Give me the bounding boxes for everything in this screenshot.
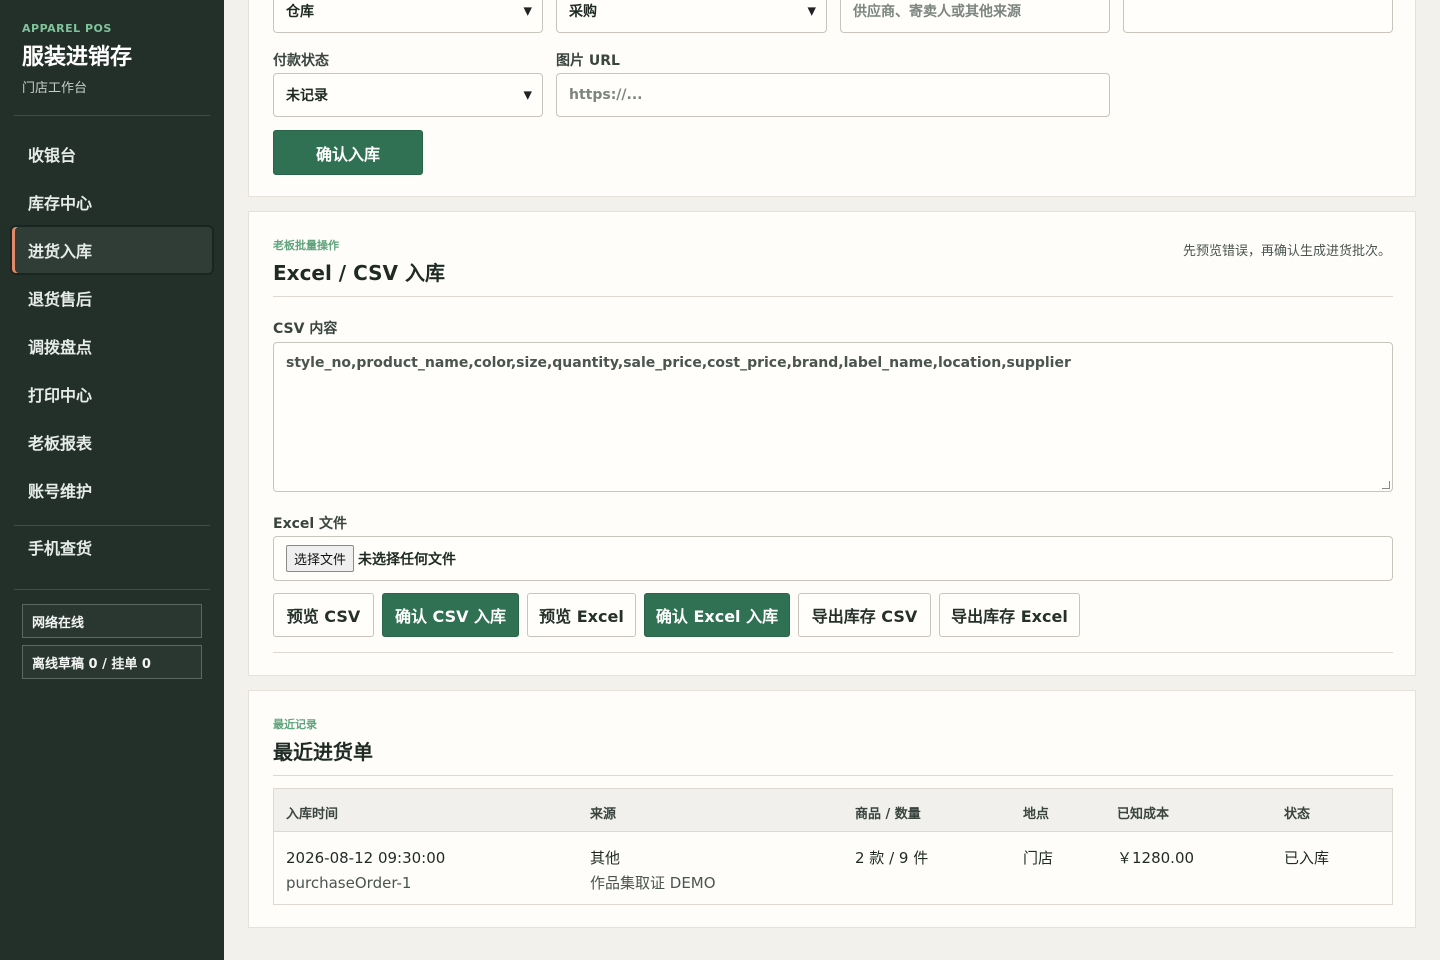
supplier-input[interactable]: 供应商、寄卖人或其他来源 [840,0,1110,33]
nav-item-transfer[interactable]: 调拨盘点 [12,323,212,369]
offline-drafts-badge: 离线草稿 0 / 挂单 0 [22,645,202,679]
chevron-down-icon: ▼ [807,4,816,18]
image-url-input[interactable]: https://... [556,73,1110,117]
stock-in-form-panel: 仓库 ▼ 采购 ▼ 供应商、寄卖人或其他来源 付款状态 图片 URL 未记录 ▼… [248,0,1416,197]
sidebar-divider [14,589,210,590]
csv-content-text: style_no,product_name,color,size,quantit… [286,355,1071,371]
excel-file-label: Excel 文件 [273,516,348,532]
table-row[interactable]: 2026-08-12 09:30:00 purchaseOrder-1 其他 作… [274,832,1392,904]
nav-item-print[interactable]: 打印中心 [12,371,212,417]
location-select[interactable]: 仓库 ▼ [273,0,543,33]
cell-cost: ￥1280.00 [1117,849,1195,867]
recent-purchases-table: 入库时间 来源 商品 / 数量 地点 已知成本 状态 2026-08-12 09… [273,788,1393,905]
payment-status-label: 付款状态 [273,53,329,69]
nav-item-returns[interactable]: 退货售后 [12,275,212,321]
section-note: 先预览错误，再确认生成进货批次。 [1182,244,1391,259]
payment-status-select[interactable]: 未记录 ▼ [273,73,543,117]
brand-tag: APPAREL POS [22,22,112,35]
preview-csv-button[interactable]: 预览 CSV [273,593,374,637]
csv-content-label: CSV 内容 [273,321,338,337]
source-value: 其他 [590,849,621,867]
csv-content-textarea[interactable]: style_no,product_name,color,size,quantit… [273,342,1393,492]
nav-item-cashier[interactable]: 收银台 [12,131,212,177]
recent-purchases-panel: 最近记录 最近进货单 入库时间 来源 商品 / 数量 地点 已知成本 状态 20… [248,690,1416,928]
cell-time: 2026-08-12 09:30:00 purchaseOrder-1 [286,846,445,896]
file-status-text: 未选择任何文件 [358,551,457,568]
stock-in-time: 2026-08-12 09:30:00 [286,849,446,867]
column-header: 状态 [1284,807,1311,822]
confirm-csv-import-button[interactable]: 确认 CSV 入库 [382,593,519,637]
choose-file-button[interactable]: 选择文件 [286,545,355,572]
sidebar: APPAREL POS 服装进销存 门店工作台 收银台 库存中心 进货入库 退货… [0,0,224,960]
section-tag: 最近记录 [273,718,317,731]
order-id: purchaseOrder-1 [286,874,412,892]
cell-status: 已入库 [1284,849,1330,867]
batch-import-panel: 老板批量操作 Excel / CSV 入库 先预览错误，再确认生成进货批次。 C… [248,211,1416,676]
nav-item-reports[interactable]: 老板报表 [12,419,212,465]
export-stock-excel-button[interactable]: 导出库存 Excel [939,593,1080,637]
network-status-badge: 网络在线 [22,604,202,638]
chevron-down-icon: ▼ [523,88,532,102]
image-url-label: 图片 URL [556,53,620,69]
section-title: 最近进货单 [273,740,373,764]
nav-item-stock-in[interactable]: 进货入库 [12,227,212,273]
confirm-excel-import-button[interactable]: 确认 Excel 入库 [644,593,790,637]
brand: APPAREL POS 服装进销存 门店工作台 [22,22,132,96]
resize-handle-icon[interactable] [1382,481,1390,489]
payment-status-value: 未记录 [286,88,328,104]
confirm-stock-in-button[interactable]: 确认入库 [273,130,423,175]
brand-subtitle: 门店工作台 [22,81,88,96]
export-stock-csv-button[interactable]: 导出库存 CSV [798,593,931,637]
column-header: 已知成本 [1117,807,1170,822]
column-header: 入库时间 [286,807,339,822]
nav-item-accounts[interactable]: 账号维护 [12,467,212,513]
source-note: 作品集取证 DEMO [590,874,716,892]
extra-input[interactable] [1123,0,1393,33]
location-select-value: 仓库 [286,4,314,20]
brand-title: 服装进销存 [22,45,133,70]
section-divider [273,652,1393,653]
purchase-type-select[interactable]: 采购 ▼ [556,0,827,33]
chevron-down-icon: ▼ [523,4,532,18]
section-divider [273,775,1393,776]
cell-location: 门店 [1023,849,1054,867]
table-header: 入库时间 来源 商品 / 数量 地点 已知成本 状态 [274,789,1392,832]
column-header: 来源 [590,807,617,822]
section-tag: 老板批量操作 [273,239,339,252]
sidebar-divider [14,115,210,116]
column-header: 地点 [1023,807,1050,822]
excel-file-input[interactable]: 选择文件 未选择任何文件 [273,536,1393,581]
column-header: 商品 / 数量 [855,807,921,822]
cell-items: 2 款 / 9 件 [855,849,929,867]
section-title: Excel / CSV 入库 [273,261,445,285]
nav-item-inventory[interactable]: 库存中心 [12,179,212,225]
nav-item-mobile-lookup[interactable]: 手机查货 [12,524,212,570]
preview-excel-button[interactable]: 预览 Excel [527,593,636,637]
cell-source: 其他 作品集取证 DEMO [590,846,716,896]
section-divider [273,296,1393,297]
purchase-type-value: 采购 [569,4,597,20]
